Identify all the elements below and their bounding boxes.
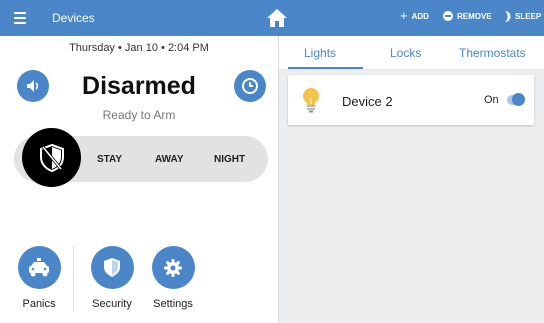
add-button[interactable]: + ADD	[400, 8, 429, 23]
gear-icon	[164, 258, 182, 277]
shield-off-icon	[39, 143, 64, 172]
arm-night-button[interactable]: NIGHT	[214, 154, 245, 165]
menu-icon[interactable]	[14, 9, 32, 27]
arm-away-button[interactable]: AWAY	[155, 154, 184, 165]
security-button[interactable]	[90, 246, 134, 289]
police-car-icon	[29, 257, 49, 276]
device-state: On	[484, 94, 499, 106]
shield-icon	[104, 258, 120, 277]
page-title: Devices	[52, 11, 95, 25]
security-tile[interactable]: Security	[82, 246, 142, 310]
security-label: Security	[92, 298, 132, 310]
arm-status: Disarmed	[82, 72, 196, 100]
device-tabs: Lights Locks Thermostats	[279, 36, 544, 70]
arm-stay-button[interactable]: STAY	[97, 154, 122, 165]
remove-label: REMOVE	[457, 11, 492, 21]
panics-tile[interactable]: Panics	[9, 246, 69, 310]
settings-button[interactable]	[151, 246, 195, 289]
date: Jan 10	[124, 42, 158, 54]
date-time: Thursday • Jan 10 • 2:04 PM	[69, 42, 209, 54]
disarm-button[interactable]	[22, 128, 81, 187]
device-name: Device 2	[342, 94, 393, 109]
plus-icon: +	[400, 8, 408, 23]
home-icon[interactable]	[265, 6, 289, 30]
weekday: Thursday	[69, 42, 115, 54]
device-card[interactable]: Device 2 On	[288, 75, 534, 125]
tile-divider	[73, 246, 74, 312]
lightbulb-icon	[303, 88, 319, 113]
devices-panel: Lights Locks Thermostats Device 2 On	[279, 36, 544, 323]
settings-label: Settings	[153, 298, 193, 310]
tab-lights[interactable]: Lights	[304, 46, 336, 60]
device-toggle[interactable]	[507, 93, 525, 106]
tab-locks[interactable]: Locks	[390, 46, 421, 60]
security-panel: Thursday • Jan 10 • 2:04 PM Disarmed Rea…	[0, 36, 278, 323]
active-tab-indicator	[288, 67, 363, 69]
panics-label: Panics	[22, 298, 56, 310]
add-label: ADD	[411, 11, 429, 21]
arm-substatus: Ready to Arm	[102, 108, 176, 122]
time: 2:04 PM	[167, 42, 209, 54]
sleep-button[interactable]: SLEEP	[503, 11, 541, 22]
sleep-label: SLEEP	[515, 12, 542, 21]
settings-tile[interactable]: Settings	[143, 246, 203, 310]
remove-button[interactable]: REMOVE	[443, 11, 492, 21]
remove-icon	[443, 11, 453, 21]
top-bar: Devices + ADD REMOVE SLEEP	[0, 0, 544, 36]
tab-thermostats[interactable]: Thermostats	[459, 46, 526, 60]
moon-icon	[505, 11, 511, 22]
panics-button[interactable]	[17, 246, 61, 289]
toggle-knob	[512, 93, 525, 106]
